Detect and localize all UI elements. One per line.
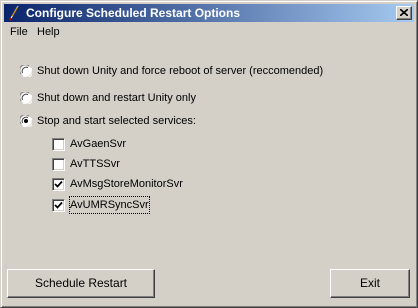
checkbox-label: AvGaenSvr: [70, 138, 127, 150]
close-icon: [400, 9, 408, 16]
menu-bar: File Help: [4, 23, 414, 41]
radio-button-selected[interactable]: [20, 115, 32, 127]
checkbox-checked[interactable]: [52, 199, 65, 212]
checkmark-icon: [54, 180, 63, 188]
checkbox[interactable]: [52, 158, 65, 171]
feather-icon: [7, 5, 21, 21]
checkbox[interactable]: [52, 138, 65, 151]
radio-label: Stop and start selected services:: [37, 115, 196, 127]
menu-file[interactable]: File: [7, 25, 31, 39]
radio-button[interactable]: [20, 92, 32, 104]
radio-button[interactable]: [20, 65, 32, 77]
schedule-restart-button[interactable]: Schedule Restart: [7, 269, 155, 298]
dialog-window: Configure Scheduled Restart Options File…: [0, 0, 418, 308]
checkbox-label: AvTTSSvr: [70, 158, 120, 170]
close-button[interactable]: [396, 6, 412, 20]
checkbox-label: AvMsgStoreMonitorSvr: [70, 178, 183, 190]
exit-button[interactable]: Exit: [330, 269, 410, 298]
title-bar[interactable]: Configure Scheduled Restart Options: [4, 4, 414, 22]
radio-label: Shut down Unity and force reboot of serv…: [37, 65, 324, 77]
checkbox-label-focused: AvUMRSyncSvr: [69, 196, 150, 214]
window-title: Configure Scheduled Restart Options: [26, 6, 241, 20]
checkmark-icon: [54, 201, 63, 209]
checkbox-checked[interactable]: [52, 178, 65, 191]
menu-help[interactable]: Help: [34, 25, 63, 39]
radio-label: Shut down and restart Unity only: [37, 92, 196, 104]
